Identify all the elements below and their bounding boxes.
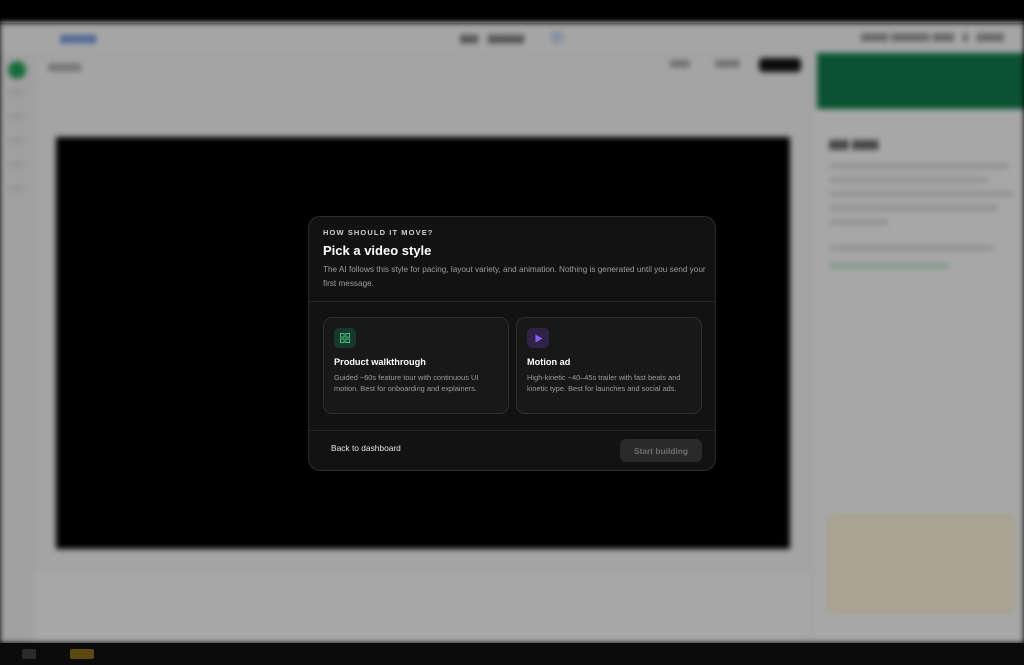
- option-title: Motion ad: [527, 357, 571, 367]
- option-description: Guided ~60s feature tour with continuous…: [334, 373, 479, 393]
- dialog-eyebrow: HOW SHOULD IT MOVE?: [323, 228, 434, 237]
- divider: [309, 430, 715, 431]
- back-to-dashboard-button[interactable]: Back to dashboard: [323, 441, 409, 455]
- option-product-walkthrough[interactable]: Product walkthrough Guided ~60s feature …: [323, 317, 509, 414]
- taskbar-icon: [22, 649, 36, 659]
- grid-icon: [334, 328, 356, 348]
- divider: [309, 301, 715, 302]
- taskbar: [0, 643, 1024, 665]
- start-building-button[interactable]: Start building: [620, 439, 702, 462]
- play-icon: [527, 328, 549, 348]
- taskbar-icon: [70, 649, 94, 659]
- option-motion-ad[interactable]: Motion ad High-kinetic ~40–45s trailer w…: [516, 317, 702, 414]
- video-style-dialog: HOW SHOULD IT MOVE? Pick a video style T…: [308, 216, 716, 471]
- option-title: Product walkthrough: [334, 357, 426, 367]
- option-description: High-kinetic ~40–45s trailer with fast b…: [527, 373, 681, 393]
- dialog-description: The AI follows this style for pacing, la…: [323, 265, 706, 288]
- dialog-title: Pick a video style: [323, 243, 432, 258]
